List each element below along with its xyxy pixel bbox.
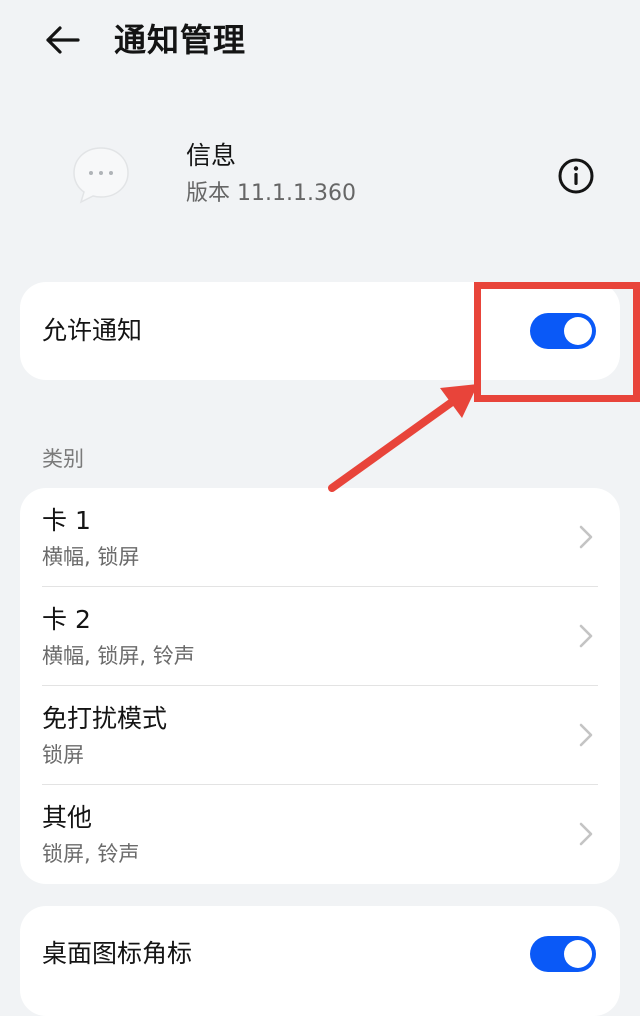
category-item-title: 其他: [42, 803, 93, 832]
category-item-subtitle: 横幅, 锁屏: [42, 545, 140, 569]
toggle-knob: [564, 317, 592, 345]
icon-badge-label: 桌面图标角标: [42, 939, 193, 968]
category-section-label: 类别: [42, 447, 84, 471]
category-item-subtitle: 锁屏: [42, 743, 84, 767]
category-item-title: 卡 2: [42, 605, 91, 634]
chevron-right-icon: [579, 723, 593, 747]
back-button[interactable]: [36, 18, 88, 62]
app-info-button[interactable]: [554, 154, 598, 198]
icon-badge-toggle[interactable]: [530, 936, 596, 972]
header: 通知管理: [0, 0, 640, 84]
category-item-card2[interactable]: 卡 2 横幅, 锁屏, 铃声: [20, 587, 620, 685]
allow-notifications-card: 允许通知: [20, 282, 620, 380]
allow-notifications-label: 允许通知: [42, 316, 143, 345]
back-arrow-icon: [46, 26, 80, 54]
category-item-other[interactable]: 其他 锁屏, 铃声: [20, 785, 620, 883]
app-info: 信息 版本 11.1.1.360: [0, 120, 640, 230]
category-card: 卡 1 横幅, 锁屏 卡 2 横幅, 锁屏, 铃声 免打扰模式 锁屏 其他 锁屏…: [20, 488, 620, 884]
category-item-title: 免打扰模式: [42, 704, 168, 733]
category-item-subtitle: 锁屏, 铃声: [42, 842, 140, 866]
category-item-card1[interactable]: 卡 1 横幅, 锁屏: [20, 488, 620, 586]
chevron-right-icon: [579, 822, 593, 846]
app-name: 信息: [186, 141, 237, 170]
category-item-title: 卡 1: [42, 506, 91, 535]
chevron-right-icon: [579, 624, 593, 648]
message-bubble-icon: [70, 144, 132, 210]
app-version: 版本 11.1.1.360: [186, 181, 356, 206]
icon-badge-card: 桌面图标角标: [20, 906, 620, 1016]
category-item-do-not-disturb[interactable]: 免打扰模式 锁屏: [20, 686, 620, 784]
allow-notifications-toggle[interactable]: [530, 313, 596, 349]
category-item-subtitle: 横幅, 锁屏, 铃声: [42, 644, 195, 668]
page-title: 通知管理: [114, 21, 247, 59]
toggle-knob: [564, 940, 592, 968]
info-icon: [558, 158, 594, 194]
chevron-right-icon: [579, 525, 593, 549]
